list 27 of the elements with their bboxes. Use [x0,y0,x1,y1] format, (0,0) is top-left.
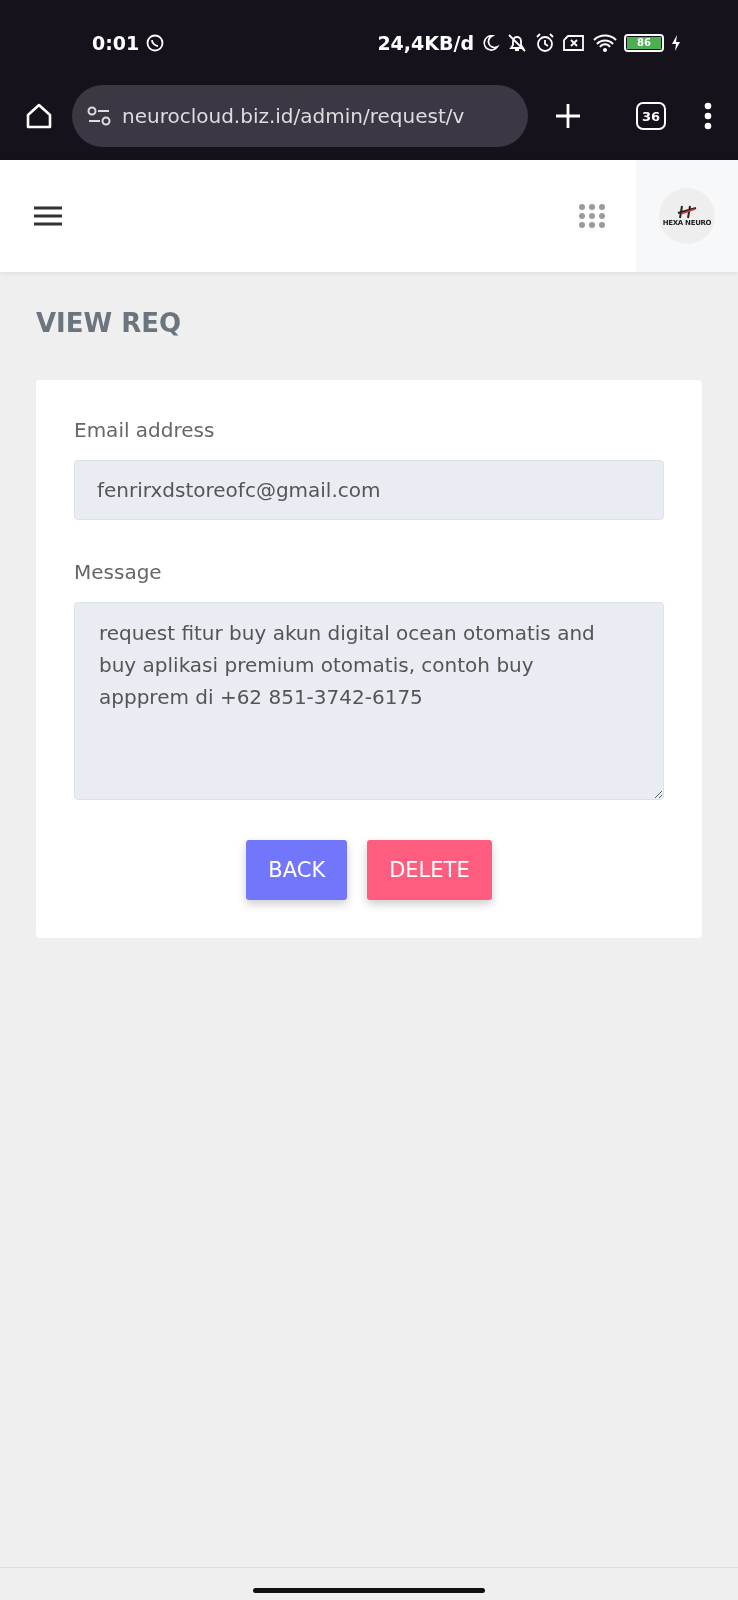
address-bar[interactable]: neurocloud.biz.id/admin/request/v [72,85,528,147]
sim-off-icon [562,33,586,53]
network-speed: 24,4KB/d [377,32,474,54]
back-button[interactable]: BACK [246,840,348,900]
field-label: Message [74,560,163,584]
site-settings-icon[interactable] [86,105,112,127]
tab-count-button[interactable]: 36 [636,102,666,130]
field-label: Email address [74,418,216,442]
apps-grid-icon[interactable] [578,203,606,229]
alarm-icon [534,32,556,54]
battery-icon: 86 [624,34,664,52]
logo-icon [676,205,698,219]
gesture-bar[interactable] [253,1587,485,1593]
menu-icon[interactable] [33,206,63,226]
home-icon[interactable] [24,101,54,131]
wifi-icon [592,33,618,53]
status-time: 0:01 [92,32,140,54]
email-field[interactable]: fenrirxdstoreofc@gmail.com [74,460,664,520]
more-icon[interactable] [704,102,712,130]
page-title: VIEW REQ [36,308,183,338]
charging-icon [670,34,682,52]
url-text: neurocloud.biz.id/admin/request/v [122,104,465,128]
muted-bell-icon [506,32,528,54]
moon-icon [480,33,500,53]
plus-icon[interactable] [554,102,582,130]
message-field[interactable]: request fitur buy akun digital ocean otomatis and buy aplikasi premium otomatis, contoh buy appprem di +62 851-3742-6175 [74,602,664,800]
chat-icon [145,33,166,53]
